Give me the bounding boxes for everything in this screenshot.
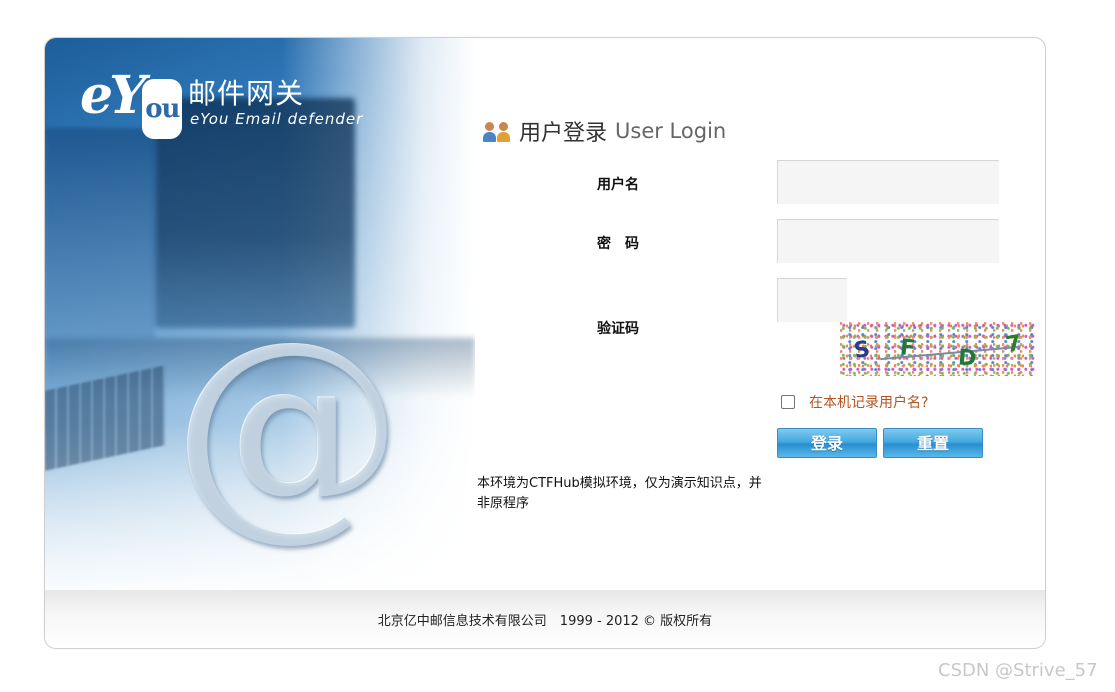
login-title-cn: 用户登录 xyxy=(519,121,608,146)
captcha-char: S xyxy=(852,337,872,364)
reset-button[interactable]: 重置 xyxy=(883,428,983,458)
hero-monitor-left xyxy=(45,128,155,338)
remember-username[interactable]: 在本机记录用户名? xyxy=(781,392,928,412)
users-icon xyxy=(483,120,513,142)
brand-name-cn: 邮件网关 xyxy=(188,77,305,110)
remember-label[interactable]: 在本机记录用户名? xyxy=(809,392,928,412)
at-sign-icon: @ xyxy=(173,294,403,561)
login-title-en: User Login xyxy=(615,119,727,143)
captcha-char: 7 xyxy=(1003,330,1024,359)
remember-checkbox[interactable] xyxy=(781,395,795,409)
copyright-footer: 北京亿中邮信息技术有限公司 1999 - 2012 © 版权所有 xyxy=(45,590,1045,648)
login-frame: @ eY ou 邮件网关 eYou Email defender 用户登录 Use… xyxy=(44,37,1046,649)
logo-e: e xyxy=(80,65,113,126)
logo-ou: ou xyxy=(142,79,183,139)
brand-name-en: eYou Email defender xyxy=(190,110,364,128)
captcha-char: F xyxy=(898,335,917,362)
username-label: 用户名 xyxy=(597,177,639,193)
eyou-logo: eY ou xyxy=(80,65,183,139)
environment-notice: 本环境为CTFHub模拟环境，仅为演示知识点，并非原程序 xyxy=(477,476,762,511)
logo-y: Y xyxy=(109,65,146,126)
hero-image: @ eY ou 邮件网关 eYou Email defender xyxy=(45,38,475,590)
login-title: 用户登录 User Login xyxy=(483,116,726,146)
username-input[interactable] xyxy=(777,160,999,204)
captcha-image[interactable]: S F D 7 xyxy=(840,322,1036,376)
captcha-label: 验证码 xyxy=(597,321,639,337)
captcha-char: D xyxy=(957,345,978,372)
password-label: 密 码 xyxy=(597,236,639,252)
captcha-input[interactable] xyxy=(777,278,847,322)
password-input[interactable] xyxy=(777,219,999,263)
login-button[interactable]: 登录 xyxy=(777,428,877,458)
brand-logo: eY ou 邮件网关 eYou Email defender xyxy=(80,65,380,139)
watermark: CSDN @Strive_57 xyxy=(938,660,1098,681)
